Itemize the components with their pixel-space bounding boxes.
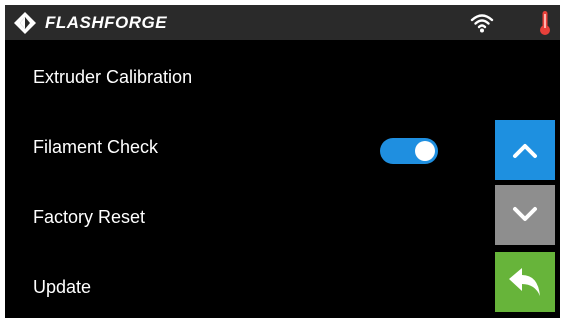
menu-item-label: Extruder Calibration bbox=[33, 67, 193, 87]
back-arrow-icon bbox=[509, 268, 540, 296]
wifi-icon bbox=[470, 14, 494, 33]
menu-item-filament-check[interactable]: Filament Check bbox=[5, 118, 485, 178]
printer-screen: FLASHFORGE Extruder Calibration Filament… bbox=[5, 5, 560, 318]
chevron-down-icon bbox=[513, 207, 537, 221]
flashforge-logo-icon bbox=[14, 12, 36, 34]
menu-item-label: Update bbox=[33, 277, 92, 297]
thermometer-icon bbox=[540, 11, 550, 35]
menu-item-label: Filament Check bbox=[33, 137, 159, 157]
toggle-knob bbox=[415, 141, 435, 161]
menu-item-extruder-calibration[interactable]: Extruder Calibration bbox=[5, 48, 485, 108]
menu-item-label: Factory Reset bbox=[33, 207, 146, 227]
status-bar: FLASHFORGE bbox=[5, 5, 560, 40]
brand: FLASHFORGE bbox=[13, 11, 167, 35]
back-button[interactable] bbox=[495, 252, 555, 312]
brand-name: FLASHFORGE bbox=[45, 13, 168, 32]
menu-item-update[interactable]: Update bbox=[5, 258, 485, 318]
menu-item-factory-reset[interactable]: Factory Reset bbox=[5, 188, 485, 248]
scroll-up-button[interactable] bbox=[495, 120, 555, 180]
filament-check-toggle[interactable] bbox=[380, 138, 438, 164]
chevron-up-icon bbox=[513, 144, 537, 158]
scroll-down-button[interactable] bbox=[495, 185, 555, 245]
